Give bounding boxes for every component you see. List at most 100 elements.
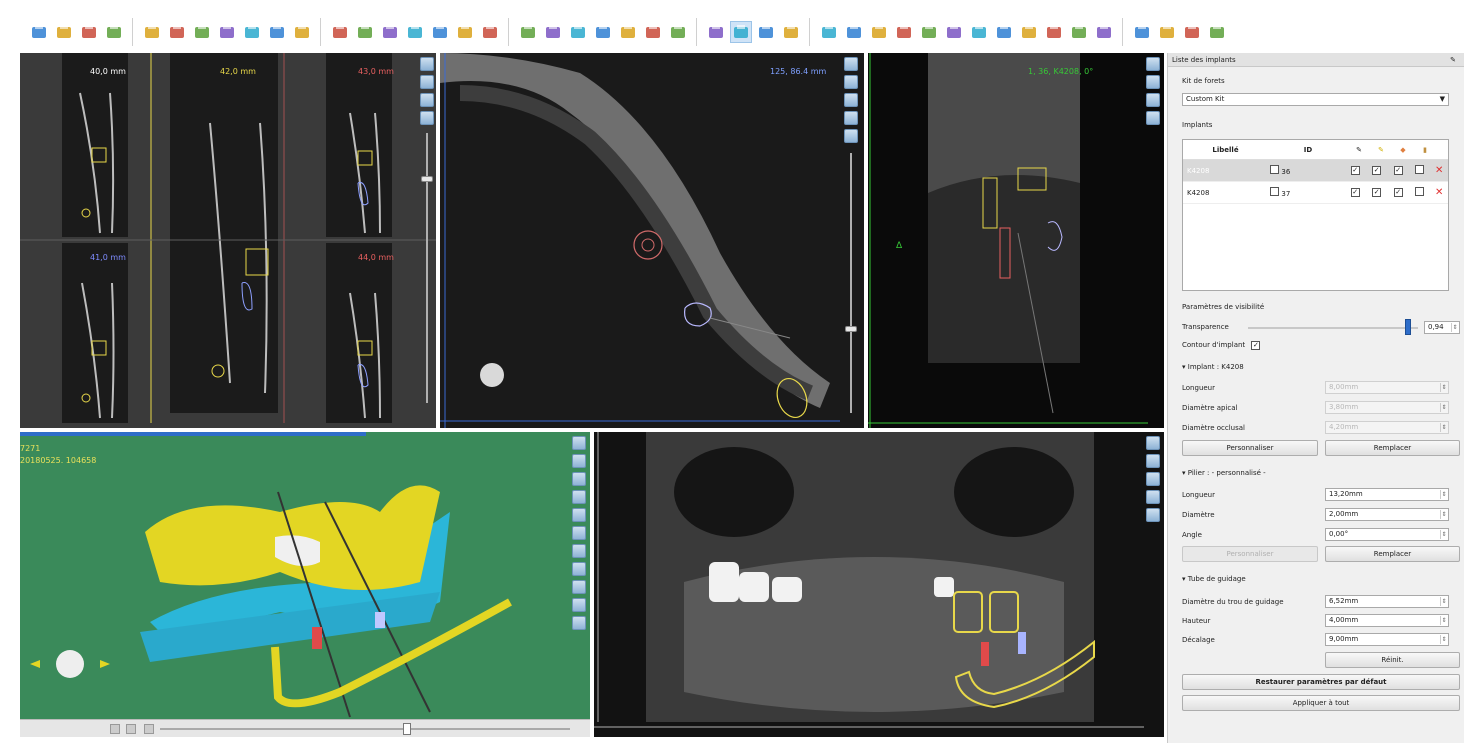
axial-slider[interactable]: [850, 153, 852, 413]
guide-height-field[interactable]: 4,00mm ⇕: [1325, 614, 1449, 627]
tool-button[interactable]: [572, 562, 586, 576]
pilier-section-title[interactable]: ▾ Pilier : - personnalisé -: [1182, 469, 1266, 477]
line-tool-icon[interactable]: [1156, 21, 1178, 43]
spin-icon[interactable]: ⇕: [1440, 635, 1447, 644]
pilier-length-field[interactable]: 13,20mm ⇕: [1325, 488, 1449, 501]
box-icon[interactable]: [843, 21, 865, 43]
edit-checkbox[interactable]: ✓: [1350, 188, 1360, 197]
list-icon[interactable]: [479, 21, 501, 43]
tag-checkbox[interactable]: ✓: [1393, 166, 1403, 175]
marker-icon[interactable]: [918, 21, 940, 43]
surface2-icon[interactable]: [968, 21, 990, 43]
tag-checkbox[interactable]: ✓: [1393, 188, 1403, 197]
zoom-icon[interactable]: [266, 21, 288, 43]
table-row[interactable]: K4208 37 ✓ ✓ ✓ ✕: [1183, 182, 1448, 204]
rotate-icon[interactable]: [729, 21, 752, 43]
tool-button[interactable]: [572, 544, 586, 558]
ruler-icon[interactable]: [567, 21, 589, 43]
implant-length-field[interactable]: 8,00mm ⇕: [1325, 381, 1449, 394]
guide-section-title[interactable]: ▾ Tube de guidage: [1182, 575, 1246, 583]
spin-icon[interactable]: ⇕: [1440, 403, 1447, 412]
tool-button[interactable]: [1146, 57, 1160, 71]
chevron-down-icon[interactable]: ▼: [1440, 94, 1445, 105]
implant-section-title[interactable]: ▾ Implant : K4208: [1182, 363, 1244, 371]
contour-checkbox[interactable]: ✓: [1251, 341, 1261, 350]
row-checkbox[interactable]: [1270, 187, 1280, 196]
tool-button[interactable]: [844, 129, 858, 143]
tool-button[interactable]: [572, 472, 586, 486]
pin-icon[interactable]: ✎: [1450, 56, 1456, 64]
tool-button[interactable]: [420, 111, 434, 125]
abutment-icon[interactable]: [404, 21, 426, 43]
transparency-slider[interactable]: [1248, 327, 1418, 329]
implant-view2-icon[interactable]: [542, 21, 564, 43]
close-file-icon[interactable]: [103, 21, 125, 43]
transparency-input[interactable]: 0,94 ⇕: [1424, 321, 1460, 334]
report-icon[interactable]: [241, 21, 263, 43]
path-icon[interactable]: [429, 21, 451, 43]
tool-button[interactable]: [844, 111, 858, 125]
more-icon[interactable]: [1181, 21, 1203, 43]
arch-curve-icon[interactable]: [329, 21, 351, 43]
delete-icon[interactable]: ✕: [1430, 165, 1448, 176]
nerve-draw-icon[interactable]: [354, 21, 376, 43]
occlusal-diameter-field[interactable]: 4,20mm ⇕: [1325, 421, 1449, 434]
spin-icon[interactable]: ⇕: [1440, 423, 1447, 432]
kit-select[interactable]: Custom Kit ▼: [1182, 93, 1449, 106]
reset-button[interactable]: Réinit.: [1325, 652, 1460, 668]
axial-view[interactable]: 125, 86.4 mm: [440, 53, 864, 428]
lock-checkbox[interactable]: [1415, 165, 1425, 174]
power-icon[interactable]: [1206, 21, 1228, 43]
tool-button[interactable]: [572, 454, 586, 468]
guide-icon[interactable]: [1043, 21, 1065, 43]
tool-button[interactable]: [572, 598, 586, 612]
tool-button[interactable]: [572, 490, 586, 504]
tool-button[interactable]: [1146, 454, 1160, 468]
tool-button[interactable]: [572, 616, 586, 630]
tool-button[interactable]: [1146, 111, 1160, 125]
slider-knob[interactable]: [845, 326, 857, 332]
contrast-icon[interactable]: [705, 21, 727, 43]
tool-button[interactable]: [844, 75, 858, 89]
layout-icon[interactable]: [191, 21, 213, 43]
cart-icon[interactable]: [1093, 21, 1115, 43]
lock-checkbox[interactable]: [1415, 187, 1425, 196]
implant-customize-button[interactable]: Personnaliser: [1182, 440, 1318, 456]
highlight-checkbox[interactable]: ✓: [1372, 166, 1382, 175]
tooth-icon[interactable]: [592, 21, 614, 43]
density-icon[interactable]: [667, 21, 689, 43]
tool-button[interactable]: [572, 526, 586, 540]
undo-icon[interactable]: [141, 21, 163, 43]
crown-icon[interactable]: [454, 21, 476, 43]
guide-offset-field[interactable]: 9,00mm ⇕: [1325, 633, 1449, 646]
graph-icon[interactable]: [1131, 21, 1153, 43]
highlight-checkbox[interactable]: ✓: [1372, 188, 1382, 197]
cut-icon[interactable]: [993, 21, 1015, 43]
tangential-view[interactable]: Δ 1, 36, K4208, 0°: [868, 53, 1164, 428]
tool-button[interactable]: [572, 508, 586, 522]
save-icon[interactable]: [78, 21, 100, 43]
implant-replace-button[interactable]: Remplacer: [1325, 440, 1460, 456]
cross-section-view[interactable]: 40,0 mm 42,0 mm 43,0 mm 41,0 mm 44,0 mm: [20, 53, 436, 428]
sleeve-icon[interactable]: [617, 21, 639, 43]
angle-icon[interactable]: [291, 21, 313, 43]
apical-diameter-field[interactable]: 3,80mm ⇕: [1325, 401, 1449, 414]
lasso-icon[interactable]: [868, 21, 890, 43]
row-checkbox[interactable]: [1270, 165, 1280, 174]
tool-button[interactable]: [1146, 436, 1160, 450]
redo-icon[interactable]: [166, 21, 188, 43]
transparency-slider-knob[interactable]: [1404, 319, 1411, 335]
pilier-replace-button[interactable]: Remplacer: [1325, 546, 1460, 562]
export-icon[interactable]: [1018, 21, 1040, 43]
spin-icon[interactable]: ⇕: [1440, 616, 1447, 625]
tool-button[interactable]: [1146, 508, 1160, 522]
spin-icon[interactable]: ⇕: [1440, 490, 1447, 499]
tool-button[interactable]: [572, 580, 586, 594]
tool-button[interactable]: [572, 436, 586, 450]
edit-checkbox[interactable]: ✓: [1350, 166, 1360, 175]
panel-icon[interactable]: [216, 21, 238, 43]
pencil-icon[interactable]: [893, 21, 915, 43]
surface-icon[interactable]: [943, 21, 965, 43]
tool-button[interactable]: [1146, 472, 1160, 486]
tool-button[interactable]: [420, 57, 434, 71]
